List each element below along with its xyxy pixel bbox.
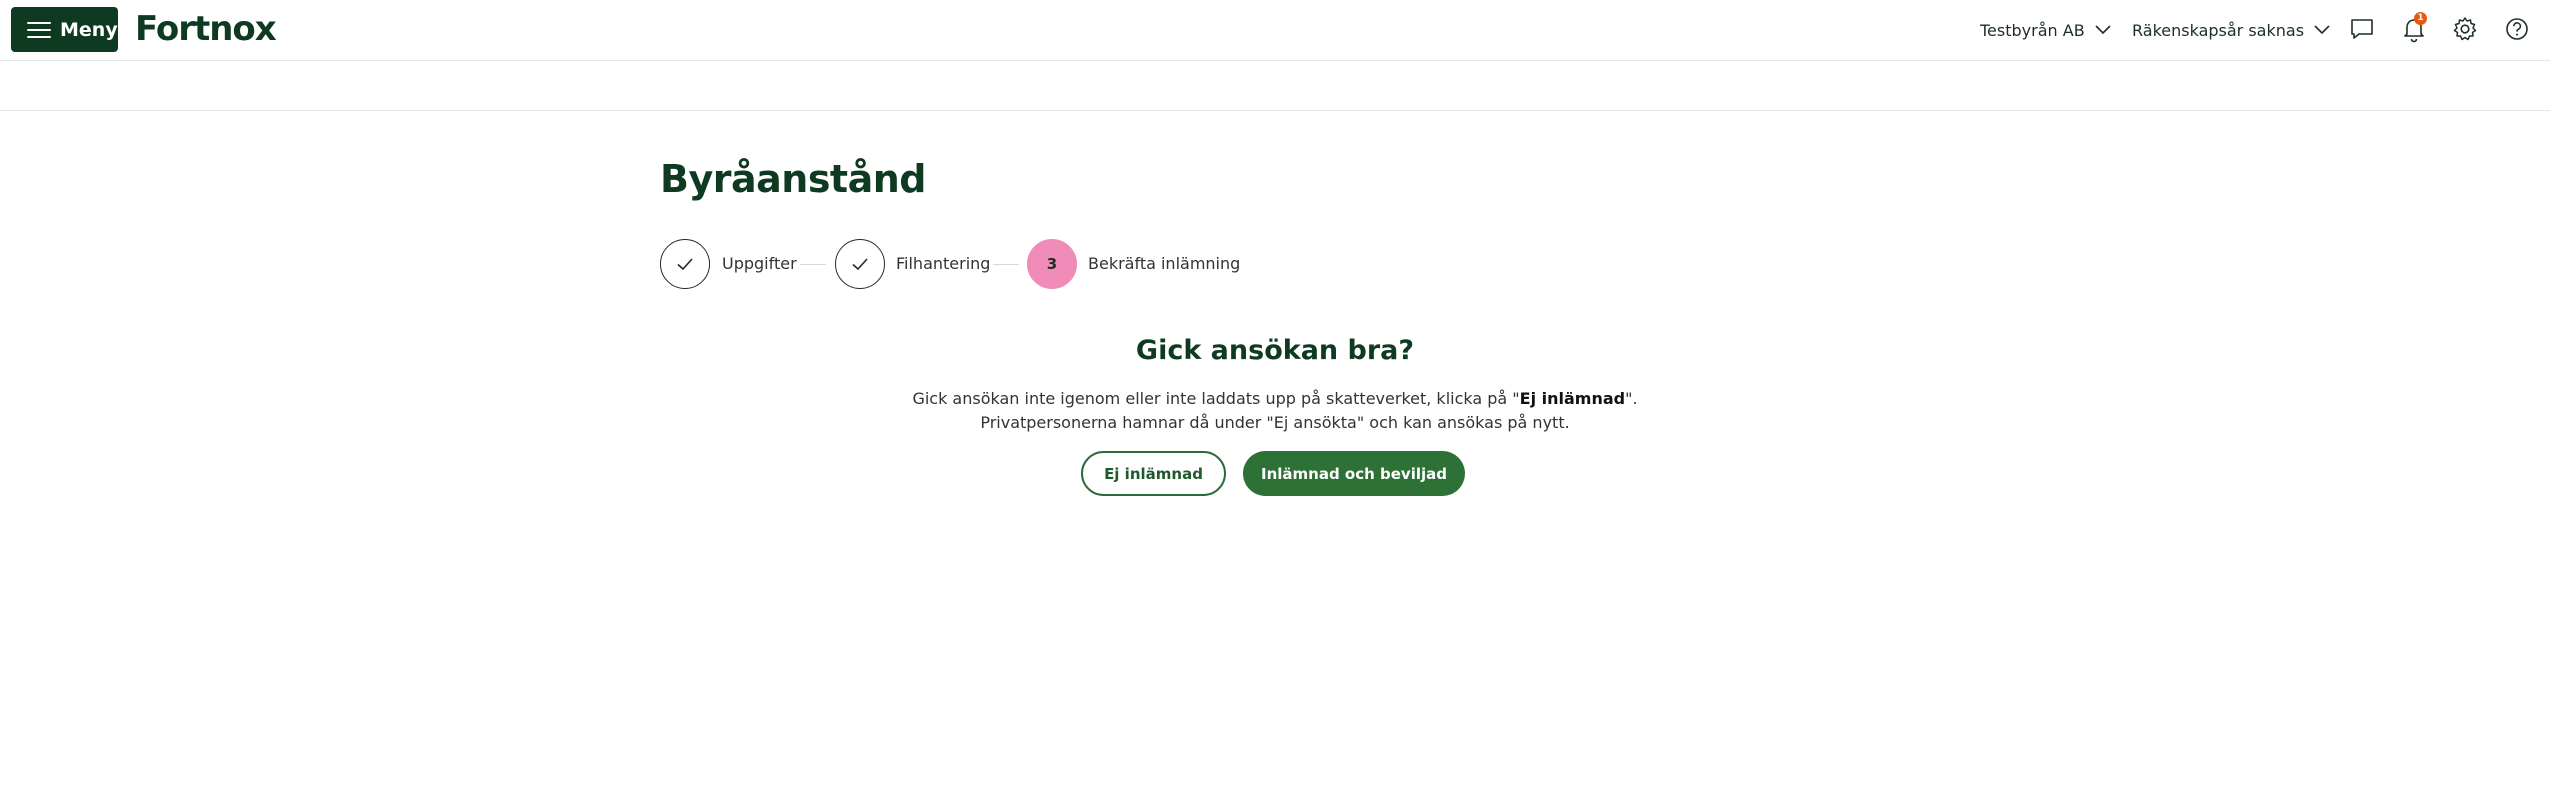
not-submitted-button[interactable]: Ej inlämnad <box>1081 451 1226 496</box>
fiscal-year-label: Räkenskapsår saknas <box>2132 20 2305 40</box>
gear-icon[interactable] <box>2451 15 2479 43</box>
confirmation-question: Gick ansökan bra? <box>1135 335 1415 366</box>
step-2-label: Filhantering <box>896 254 991 273</box>
company-name: Testbyrån AB <box>1980 20 2085 40</box>
step-3-indicator: 3 <box>1027 239 1077 289</box>
sub-header-bar <box>0 61 2550 111</box>
chat-icon[interactable] <box>2348 15 2376 43</box>
top-bar: Meny Fortnox Testbyrån AB Räkenskapsår s… <box>0 0 2550 61</box>
step-1-check-icon <box>660 239 710 289</box>
page-title: Byråanstånd <box>660 157 927 201</box>
chevron-down-icon <box>2095 25 2111 35</box>
step-3-label: Bekräfta inlämning <box>1088 254 1241 273</box>
menu-label: Meny <box>60 19 118 41</box>
step-connector <box>800 264 826 265</box>
fortnox-logo[interactable]: Fortnox <box>135 9 277 49</box>
menu-button[interactable]: Meny <box>11 7 118 52</box>
description-line-1: Gick ansökan inte igenom eller inte ladd… <box>912 389 1638 408</box>
step-1-label: Uppgifter <box>722 254 797 273</box>
menu-icon <box>27 22 51 38</box>
step-connector <box>993 264 1019 265</box>
description-line-2: Privatpersonerna hamnar då under "Ej ans… <box>980 413 1570 432</box>
submitted-approved-button[interactable]: Inlämnad och beviljad <box>1243 451 1465 496</box>
notification-badge: 1 <box>2414 12 2427 25</box>
company-selector[interactable]: Testbyrån AB <box>1980 18 2111 42</box>
help-icon[interactable] <box>2503 15 2531 43</box>
step-2-check-icon <box>835 239 885 289</box>
description-emphasis: Ej inlämnad <box>1519 389 1626 408</box>
fiscal-year-selector[interactable]: Räkenskapsår saknas <box>2132 18 2330 42</box>
chevron-down-icon <box>2314 25 2330 35</box>
